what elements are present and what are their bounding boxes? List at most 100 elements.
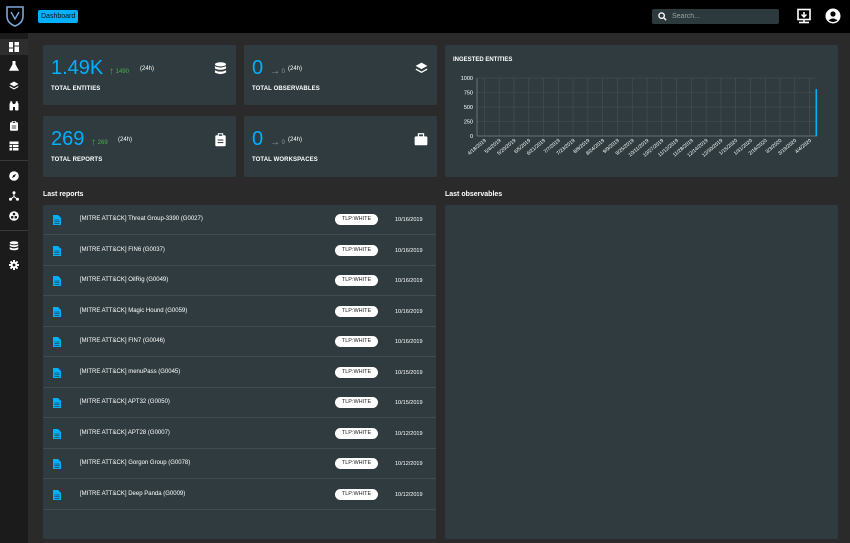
x-tick-label: 4/18/2019: [467, 138, 488, 157]
marking-badge: TLP:WHITE: [335, 244, 378, 256]
report-name: [MITRE ATT&CK] APT32 (G0050): [80, 399, 170, 405]
sidebar-divider: [0, 160, 28, 161]
app-logo[interactable]: [5, 5, 25, 27]
nav-reports[interactable]: [0, 118, 28, 134]
marking-badge: TLP:WHITE: [335, 305, 378, 317]
report-row[interactable]: [MITRE ATT&CK] menuPass (G0045) TLP:WHITE…: [43, 358, 436, 388]
report-date: 10/12/2019: [395, 491, 423, 498]
marking-badge: TLP:WHITE: [335, 427, 378, 439]
report-row[interactable]: [MITRE ATT&CK] Threat Group-3390 (G0027)…: [43, 205, 436, 235]
total-reports-card[interactable]: 269 ↑ 269 (24h) TOTAL REPORTS: [43, 116, 236, 177]
database-icon: [9, 241, 19, 251]
layers-icon: [9, 81, 19, 90]
total-observables-label: TOTAL OBSERVABLES: [252, 86, 320, 92]
last-reports-title: Last reports: [43, 191, 84, 198]
ingested-entities-chart: 100075050025004/18/20195/4/20195/20/2019…: [461, 76, 817, 159]
report-row[interactable]: [MITRE ATT&CK] Deep Panda (G0009) TLP:WHI…: [43, 480, 436, 510]
last-observables-title: Last observables: [445, 191, 503, 198]
report-row[interactable]: [MITRE ATT&CK] APT32 (G0050) TLP:WHITE 10/…: [43, 388, 436, 418]
account-icon[interactable]: [825, 8, 841, 24]
report-file-icon: [53, 337, 61, 347]
report-date: 10/15/2019: [395, 369, 423, 376]
total-observables-delta: → 0: [270, 66, 286, 77]
layers-icon: [415, 62, 428, 74]
settings-icon: [9, 260, 19, 270]
total-reports-value: 269: [51, 128, 85, 150]
nav-investigate[interactable]: [0, 188, 28, 204]
nav-threats[interactable]: [0, 98, 28, 114]
report-name: [MITRE ATT&CK] FIN6 (G0037): [80, 246, 165, 253]
total-reports-label: TOTAL REPORTS: [51, 157, 103, 163]
marking-badge: TLP:WHITE: [335, 214, 378, 225]
total-workspaces-period: (24h): [288, 137, 303, 143]
total-workspaces-label: TOTAL WORKSPACES: [252, 157, 318, 163]
report-row[interactable]: [MITRE ATT&CK] APT28 (G0007) TLP:WHITE 10/…: [43, 419, 436, 449]
marking-badge: TLP:WHITE: [335, 336, 378, 347]
report-name: [MITRE ATT&CK] APT28 (G0007): [80, 429, 170, 436]
report-date: 10/16/2019: [395, 247, 423, 254]
report-date: 10/16/2019: [395, 308, 423, 315]
search-input[interactable]: [672, 10, 772, 23]
search-box[interactable]: [652, 9, 779, 24]
report-name: [MITRE ATT&CK] FIN7 (G0046): [80, 338, 165, 344]
clipboard-icon: [215, 133, 226, 147]
ingested-entities-card: INGESTED ENTITIES 1000 750 500 250 0 4/18/201…: [445, 45, 838, 177]
total-workspaces-delta: → 0: [270, 137, 286, 148]
report-name: [MITRE ATT&CK] OilRig (G0049): [80, 277, 169, 283]
binoculars-icon: [9, 101, 19, 111]
report-row[interactable]: [MITRE ATT&CK] FIN7 (G0046) TLP:WHITE 10/1…: [43, 327, 436, 357]
total-entities-delta: ↑ 1490: [109, 66, 130, 77]
biohazard-icon: [9, 211, 19, 221]
report-name: [MITRE ATT&CK] Gorgon Group (G0078): [80, 460, 191, 466]
total-entities-value: 1.49K: [51, 57, 104, 79]
nav-entities[interactable]: [0, 208, 28, 224]
total-observables-card[interactable]: 0 → 0 (24h) TOTAL OBSERVABLES: [244, 45, 437, 105]
report-file-icon: [53, 428, 61, 439]
report-row[interactable]: [MITRE ATT&CK] Gorgon Group (G0078) TLP:W…: [43, 449, 436, 479]
report-date: 10/16/2019: [395, 278, 423, 284]
marking-badge: TLP:WHITE: [335, 488, 378, 500]
y-tick-label: 250: [464, 120, 473, 126]
sidebar-divider: [0, 230, 28, 231]
nav-connectors[interactable]: [0, 238, 28, 254]
breadcrumb-dashboard[interactable]: Dashboard: [38, 10, 79, 23]
report-date: 10/12/2019: [395, 430, 423, 437]
report-row[interactable]: [MITRE ATT&CK] FIN6 (G0037) TLP:WHITE 10/1…: [43, 236, 436, 266]
nav-explore[interactable]: [0, 168, 28, 184]
report-name: [MITRE ATT&CK] Deep Panda (G0009): [80, 490, 186, 497]
graph-icon: [9, 191, 19, 201]
nav-dashboard[interactable]: [0, 39, 28, 55]
y-tick-label: 1000: [461, 76, 473, 82]
flask-icon: [9, 61, 19, 71]
y-tick-label: 500: [464, 105, 473, 111]
report-name: [MITRE ATT&CK] Threat Group-3390 (G0027): [80, 216, 203, 222]
total-entities-card[interactable]: 1.49K ↑ 1490 (24h) TOTAL ENTITIES: [43, 45, 236, 105]
total-observables-period: (24h): [288, 66, 303, 72]
report-file-icon: [53, 245, 61, 256]
report-file-icon: [53, 489, 61, 500]
report-date: 10/15/2019: [395, 400, 423, 406]
report-date: 10/16/2019: [395, 339, 423, 345]
report-name: [MITRE ATT&CK] menuPass (G0045): [80, 368, 181, 375]
search-icon: [658, 12, 667, 21]
nav-knowledge[interactable]: [0, 78, 28, 94]
nav-techniques[interactable]: [0, 58, 28, 74]
export-icon[interactable]: [796, 8, 812, 24]
total-reports-period: (24h): [118, 137, 133, 143]
clipboard-icon: [10, 121, 18, 131]
total-observables-value: 0: [252, 57, 264, 79]
report-file-icon: [53, 459, 61, 469]
nav-data[interactable]: [0, 138, 28, 154]
nav-settings[interactable]: [0, 257, 28, 273]
report-row[interactable]: [MITRE ATT&CK] Magic Hound (G0059) TLP:WH…: [43, 297, 436, 327]
marking-badge: TLP:WHITE: [335, 366, 378, 378]
table-icon: [9, 141, 19, 151]
marking-badge: TLP:WHITE: [335, 275, 378, 286]
marking-badge: TLP:WHITE: [335, 458, 378, 469]
report-file-icon: [53, 367, 61, 378]
report-file-icon: [53, 276, 61, 286]
y-tick-label: 0: [470, 134, 473, 140]
report-row[interactable]: [MITRE ATT&CK] OilRig (G0049) TLP:WHITE 10…: [43, 266, 436, 296]
total-workspaces-card[interactable]: 0 → 0 (24h) TOTAL WORKSPACES: [244, 116, 437, 177]
dashboard-icon: [9, 42, 19, 52]
